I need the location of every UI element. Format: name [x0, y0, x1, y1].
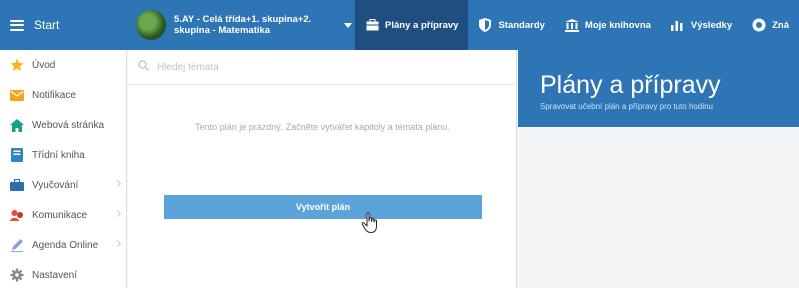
start-label: Start: [34, 18, 60, 32]
nav-library-label: Moje knihovna: [584, 19, 651, 31]
chevron-right-icon: [113, 209, 122, 218]
sidebar-item-teaching[interactable]: Vyučování: [0, 170, 126, 200]
sidebar-item-settings[interactable]: Nastavení: [0, 260, 126, 288]
shield-icon: [478, 18, 492, 32]
topic-search-bar: [128, 50, 516, 85]
sidebar-item-notifications[interactable]: Notifikace: [0, 80, 126, 110]
nav-plans-label: Plány a přípravy: [385, 19, 459, 31]
sidebar-item-label: Agenda Online: [32, 239, 99, 251]
home-icon: [10, 118, 24, 132]
sidebar-item-class-book[interactable]: Třídní kniha: [0, 140, 126, 170]
hamburger-icon[interactable]: [10, 19, 24, 31]
nav-library[interactable]: Moje knihovna: [555, 0, 661, 50]
top-bar: Start 5.AY - Celá třída+1. skupina+2. sk…: [0, 0, 799, 50]
hand-cursor-icon: [361, 212, 379, 234]
page-subtitle: Spravovat učební plán a přípravy pro tut…: [540, 102, 713, 111]
sidebar-item-website[interactable]: Webová stránka: [0, 110, 126, 140]
sidebar: Úvod Notifikace Webová stránka Třídní kn…: [0, 50, 127, 288]
info-panel-header: Plány a přípravy Spravovat učební plán a…: [518, 50, 799, 127]
nav-results[interactable]: Výsledky: [661, 0, 742, 50]
nav-results-label: Výsledky: [690, 19, 733, 31]
mail-icon: [10, 88, 24, 102]
sidebar-item-agenda[interactable]: Agenda Online: [0, 230, 126, 260]
gear-icon: [10, 268, 24, 282]
sidebar-item-label: Úvod: [32, 59, 56, 71]
nav-knowledge-label: Zná: [772, 19, 789, 31]
pen-icon: [10, 238, 24, 252]
search-icon: [138, 58, 149, 76]
nav-plans[interactable]: Plány a přípravy: [355, 0, 469, 50]
class-avatar: [135, 10, 166, 40]
sidebar-item-label: Vyučování: [32, 179, 79, 191]
sidebar-item-label: Komunikace: [32, 209, 88, 221]
sidebar-item-label: Nastavení: [32, 269, 78, 281]
bar-chart-icon: [671, 18, 685, 32]
page-title: Plány a přípravy: [540, 71, 721, 99]
sidebar-item-communication[interactable]: Komunikace: [0, 200, 126, 230]
create-plan-button[interactable]: Vytvořit plán: [164, 195, 482, 219]
sidebar-item-label: Webová stránka: [32, 119, 105, 131]
search-input[interactable]: [157, 61, 457, 73]
library-icon: [564, 18, 579, 32]
chevron-right-icon: [113, 239, 122, 248]
book-icon: [10, 148, 24, 162]
chevron-down-icon[interactable]: [343, 22, 352, 28]
nav-standards[interactable]: Standardy: [468, 0, 554, 50]
nav-standards-label: Standardy: [498, 19, 545, 31]
briefcase-icon: [10, 178, 24, 192]
sidebar-item-label: Třídní kniha: [32, 149, 85, 161]
info-panel: Plány a přípravy Spravovat učební plán a…: [518, 50, 799, 288]
chevron-right-icon: [113, 179, 122, 188]
class-selector-label: 5.AY - Celá třída+1. skupina+2. skupina …: [173, 14, 312, 36]
empty-plan-message: Tento plán je prázdný. Začněte vytvářet …: [195, 122, 450, 132]
star-icon: [10, 58, 24, 72]
start-menu-button[interactable]: Start: [0, 0, 126, 50]
sidebar-item-label: Notifikace: [32, 89, 76, 101]
class-selector[interactable]: 5.AY - Celá třída+1. skupina+2. skupina …: [126, 0, 355, 50]
plan-panel: Tento plán je prázdný. Začněte vytvářet …: [128, 50, 517, 288]
folder-icon: [365, 18, 379, 32]
nav-knowledge[interactable]: Zná: [742, 0, 799, 50]
globe-icon: [752, 18, 766, 32]
sidebar-item-intro[interactable]: Úvod: [0, 50, 126, 80]
top-nav: Plány a přípravy Standardy Moje knihovna…: [355, 0, 799, 50]
people-icon: [10, 208, 24, 222]
